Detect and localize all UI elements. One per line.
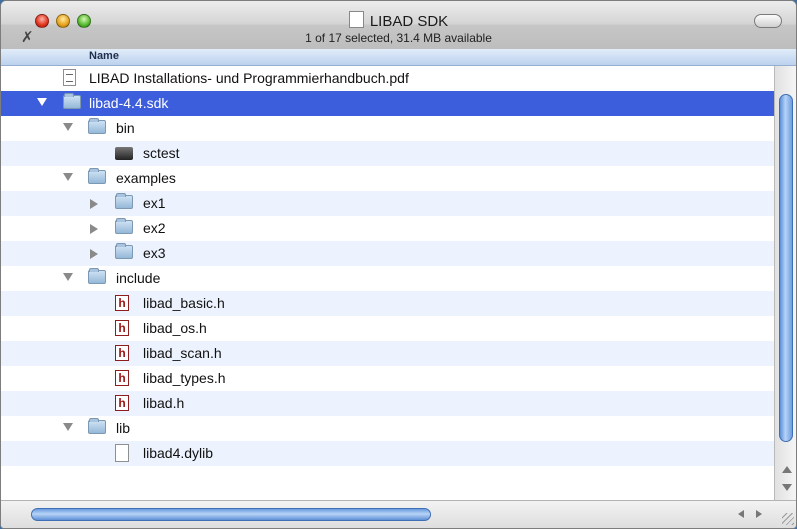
horizontal-scroll-thumb[interactable] <box>31 508 431 521</box>
disclosure-collapsed-icon[interactable] <box>90 249 98 259</box>
disclosure-expanded-icon[interactable] <box>37 98 47 106</box>
name-column-header[interactable]: Name <box>1 49 796 66</box>
row-label: libad_scan.h <box>143 345 222 361</box>
folder-icon <box>88 268 106 284</box>
disclosure-expanded-icon[interactable] <box>63 423 73 431</box>
row-label: lib <box>116 420 131 436</box>
toolbar-toggle-button[interactable] <box>754 14 782 28</box>
finder-window: LIBAD SDK ✗ 1 of 17 selected, 31.4 MB av… <box>0 0 797 529</box>
list-row[interactable]: sctest <box>1 141 774 166</box>
folder-icon <box>88 418 106 434</box>
scroll-left-arrow-icon[interactable] <box>738 510 744 518</box>
list-row[interactable]: ex1 <box>1 191 774 216</box>
list-row[interactable]: h libad_types.h <box>1 366 774 391</box>
status-text: 1 of 17 selected, 31.4 MB available <box>305 31 492 45</box>
file-list: LIBAD Installations- und Programmierhand… <box>1 66 774 500</box>
row-label: sctest <box>143 145 180 161</box>
vertical-scroll-thumb[interactable] <box>779 94 793 442</box>
row-label: examples <box>116 170 176 186</box>
header-file-icon: h <box>115 320 129 336</box>
row-label: libad_types.h <box>143 370 226 386</box>
list-row[interactable]: examples <box>1 166 774 191</box>
window-title-text: LIBAD SDK <box>369 13 449 30</box>
folder-icon <box>88 168 106 184</box>
row-label: libad_os.h <box>143 320 207 336</box>
folder-proxy-icon[interactable] <box>348 11 364 28</box>
disclosure-collapsed-icon[interactable] <box>90 224 98 234</box>
header-file-icon: h <box>115 395 129 411</box>
pdf-file-icon <box>63 69 76 86</box>
list-row[interactable]: h libad_os.h <box>1 316 774 341</box>
title-bar[interactable]: LIBAD SDK ✗ 1 of 17 selected, 31.4 MB av… <box>1 1 796 50</box>
row-label: ex1 <box>143 195 166 211</box>
header-file-icon: h <box>115 370 129 386</box>
list-row[interactable]: ex3 <box>1 241 774 266</box>
disclosure-collapsed-icon[interactable] <box>90 199 98 209</box>
list-row[interactable]: LIBAD Installations- und Programmierhand… <box>1 66 774 91</box>
row-label: libad_basic.h <box>143 295 225 311</box>
folder-icon <box>88 118 106 134</box>
folder-icon <box>115 243 133 259</box>
folder-icon <box>115 193 133 209</box>
list-row[interactable]: h libad.h <box>1 391 774 416</box>
executable-icon <box>115 147 133 160</box>
list-row[interactable]: include <box>1 266 774 291</box>
list-row[interactable]: h libad_basic.h <box>1 291 774 316</box>
list-row[interactable]: bin <box>1 116 774 141</box>
column-header-label: Name <box>89 50 119 62</box>
list-row[interactable]: h libad_scan.h <box>1 341 774 366</box>
list-row[interactable]: libad4.dylib <box>1 441 774 466</box>
header-file-icon: h <box>115 345 129 361</box>
row-label: libad.h <box>143 395 185 411</box>
row-label: ex2 <box>143 220 166 236</box>
vertical-scrollbar[interactable] <box>774 66 796 500</box>
scroll-up-arrow-icon[interactable] <box>782 466 792 473</box>
row-label: ex3 <box>143 245 166 261</box>
disclosure-expanded-icon[interactable] <box>63 173 73 181</box>
folder-icon <box>63 93 81 109</box>
header-file-icon: h <box>115 295 129 311</box>
horizontal-scrollbar[interactable] <box>1 500 796 528</box>
disclosure-expanded-icon[interactable] <box>63 273 73 281</box>
folder-icon <box>115 218 133 234</box>
scroll-right-arrow-icon[interactable] <box>756 510 762 518</box>
row-label: include <box>116 270 161 286</box>
disclosure-expanded-icon[interactable] <box>63 123 73 131</box>
row-label: libad4.dylib <box>143 445 214 461</box>
row-label: LIBAD Installations- und Programmierhand… <box>89 70 409 86</box>
scroll-down-arrow-icon[interactable] <box>782 484 792 491</box>
resize-grip-icon[interactable] <box>782 513 794 525</box>
list-row[interactable]: libad-4.4.sdk <box>1 91 774 116</box>
list-row[interactable]: lib <box>1 416 774 441</box>
row-label: libad-4.4.sdk <box>89 95 169 111</box>
list-row[interactable]: ex2 <box>1 216 774 241</box>
window-title: LIBAD SDK <box>1 11 796 30</box>
row-label: bin <box>116 120 135 136</box>
document-icon <box>115 444 129 462</box>
